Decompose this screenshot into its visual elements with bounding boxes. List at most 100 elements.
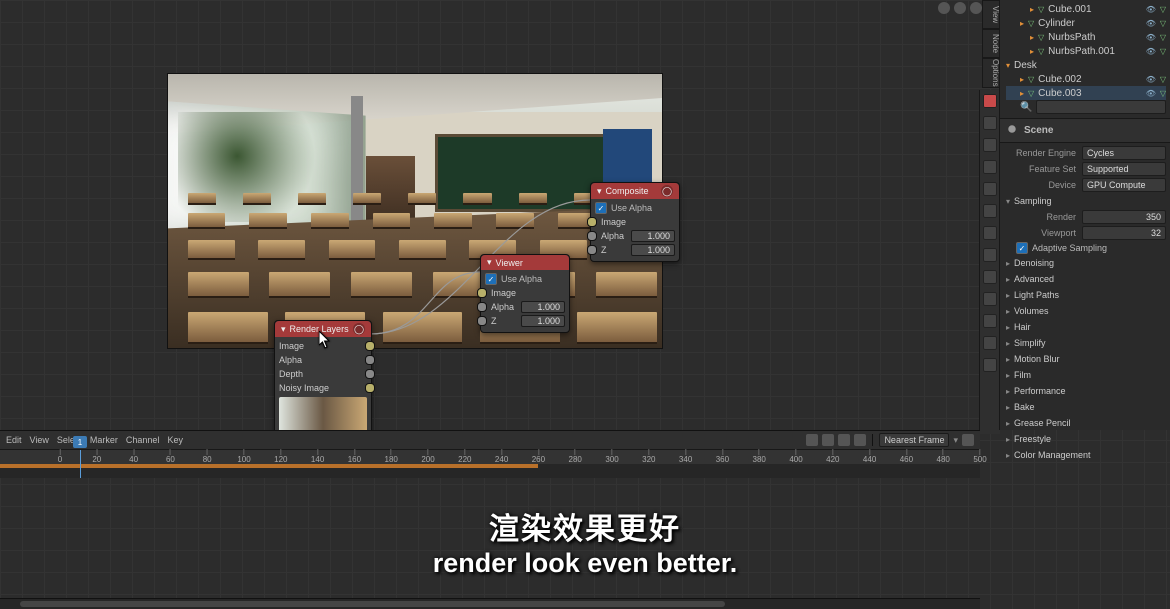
collapse-icon[interactable]: ▾ (487, 257, 492, 268)
outliner-row[interactable]: ▸▽ NurbsPath.001 👁▽ (1006, 44, 1166, 58)
timeline-icon[interactable] (854, 434, 866, 446)
outliner-search-input[interactable] (1036, 100, 1166, 114)
properties-tab-data-icon[interactable] (983, 314, 997, 328)
snap-mode-select[interactable]: Nearest Frame (879, 433, 949, 447)
section-motionblur[interactable]: Motion Blur (1004, 351, 1166, 367)
properties-tab-texture-icon[interactable] (983, 358, 997, 372)
render-engine-select[interactable]: Cycles (1082, 146, 1166, 160)
section-freestyle[interactable]: Freestyle (1004, 431, 1166, 447)
section-hair[interactable]: Hair (1004, 319, 1166, 335)
socket-image[interactable] (365, 341, 375, 351)
menu-marker[interactable]: Marker (90, 435, 118, 445)
horizontal-scrollbar[interactable] (0, 598, 980, 609)
outliner-row[interactable]: ▾ Desk (1006, 58, 1166, 72)
z-value[interactable]: 1.000 (631, 244, 675, 256)
timeline-ruler[interactable]: 1 02040608010012014016018020022024026028… (0, 450, 980, 464)
section-volumes[interactable]: Volumes (1004, 303, 1166, 319)
section-advanced[interactable]: Advanced (1004, 271, 1166, 287)
node-header[interactable]: ▾ Render Layers ◯ (275, 321, 371, 337)
section-greasepencil[interactable]: Grease Pencil (1004, 415, 1166, 431)
node-header[interactable]: ▾ Viewer (481, 255, 569, 270)
tab-view[interactable]: View (982, 0, 1000, 29)
outliner-row[interactable]: ▸▽ Cylinder 👁▽ (1006, 16, 1166, 30)
timeline-icon[interactable] (962, 434, 974, 446)
outliner-row[interactable]: ▸▽ Cube.003 👁▽ (1006, 86, 1166, 100)
properties-tab-scene-icon[interactable] (983, 160, 997, 174)
visibility-icon[interactable]: 👁 (1146, 33, 1156, 42)
node-preview-icon[interactable]: ◯ (353, 323, 365, 335)
socket-z-in[interactable] (477, 316, 487, 326)
section-colormgmt[interactable]: Color Management (1004, 447, 1166, 463)
properties-tab-render-icon[interactable] (983, 94, 997, 108)
socket-noisy[interactable] (365, 383, 375, 393)
node-composite[interactable]: ▾ Composite ◯ ✓Use Alpha Image Alpha1.00… (590, 182, 680, 262)
sampling-viewport-input[interactable]: 32 (1082, 226, 1166, 240)
properties-tab-material-icon[interactable] (983, 336, 997, 350)
properties-tab-object-icon[interactable] (983, 204, 997, 218)
chevron-down-icon[interactable]: ▾ (953, 435, 958, 446)
visibility-icon[interactable]: 👁 (1146, 19, 1156, 28)
render-visibility-icon[interactable]: ▽ (1160, 33, 1166, 42)
menu-view[interactable]: View (30, 435, 49, 445)
properties-tab-viewlayer-icon[interactable] (983, 138, 997, 152)
properties-tab-output-icon[interactable] (983, 116, 997, 130)
node-render-layers[interactable]: ▾ Render Layers ◯ Image Alpha Depth Nois… (274, 320, 372, 438)
overlay-icon[interactable] (938, 2, 950, 14)
outliner-row[interactable]: ▸▽ NurbsPath 👁▽ (1006, 30, 1166, 44)
checkbox-icon[interactable]: ✓ (595, 202, 607, 214)
section-sampling[interactable]: Sampling (1004, 193, 1166, 209)
timeline-icon[interactable] (806, 434, 818, 446)
node-viewer[interactable]: ▾ Viewer ✓Use Alpha Image Alpha1.000 Z1.… (480, 254, 570, 333)
outliner[interactable]: ▸▽ Cube.001 👁▽ ▸▽ Cylinder 👁▽ ▸▽ NurbsPa… (1000, 0, 1170, 119)
socket-depth[interactable] (365, 369, 375, 379)
render-visibility-icon[interactable]: ▽ (1160, 75, 1166, 84)
sampling-render-input[interactable]: 350 (1082, 210, 1166, 224)
properties-tab-physics-icon[interactable] (983, 270, 997, 284)
timeline-icon[interactable] (838, 434, 850, 446)
render-visibility-icon[interactable]: ▽ (1160, 19, 1166, 28)
socket-alpha-in[interactable] (477, 302, 487, 312)
timeline[interactable]: Edit View Select Marker Channel Key Near… (0, 430, 980, 477)
socket-image-in[interactable] (477, 288, 487, 298)
visibility-icon[interactable]: 👁 (1146, 47, 1156, 56)
visibility-icon[interactable]: 👁 (1146, 5, 1156, 14)
checkbox-icon[interactable]: ✓ (485, 273, 497, 285)
outliner-row[interactable]: ▸▽ Cube.002 👁▽ (1006, 72, 1166, 86)
node-header[interactable]: ▾ Composite ◯ (591, 183, 679, 199)
alpha-value[interactable]: 1.000 (521, 301, 565, 313)
section-bake[interactable]: Bake (1004, 399, 1166, 415)
section-denoising[interactable]: Denoising (1004, 255, 1166, 271)
visibility-icon[interactable]: 👁 (1146, 89, 1156, 98)
tab-node[interactable]: Node (982, 29, 1000, 58)
menu-key[interactable]: Key (167, 435, 183, 445)
outliner-row[interactable]: ▸▽ Cube.001 👁▽ (1006, 2, 1166, 16)
render-visibility-icon[interactable]: ▽ (1160, 5, 1166, 14)
socket-image-in[interactable] (587, 217, 597, 227)
collapse-icon[interactable]: ▾ (281, 324, 286, 335)
properties-tab-world-icon[interactable] (983, 182, 997, 196)
socket-alpha-in[interactable] (587, 231, 597, 241)
adaptive-sampling-row[interactable]: ✓ Adaptive Sampling (1004, 241, 1166, 255)
menu-channel[interactable]: Channel (126, 435, 160, 445)
render-visibility-icon[interactable]: ▽ (1160, 89, 1166, 98)
scrollbar-thumb[interactable] (20, 601, 726, 607)
feature-set-select[interactable]: Supported (1082, 162, 1166, 176)
collapse-icon[interactable]: ▾ (597, 186, 602, 197)
socket-z-in[interactable] (587, 245, 597, 255)
properties-tab-constraint-icon[interactable] (983, 292, 997, 306)
checkbox-icon[interactable]: ✓ (1016, 242, 1028, 254)
overlay-icon[interactable] (970, 2, 982, 14)
socket-alpha[interactable] (365, 355, 375, 365)
device-select[interactable]: GPU Compute (1082, 178, 1166, 192)
properties-tab-modifier-icon[interactable] (983, 226, 997, 240)
z-value[interactable]: 1.000 (521, 315, 565, 327)
menu-edit[interactable]: Edit (6, 435, 22, 445)
section-performance[interactable]: Performance (1004, 383, 1166, 399)
timeline-track[interactable] (0, 464, 980, 478)
section-lightpaths[interactable]: Light Paths (1004, 287, 1166, 303)
render-visibility-icon[interactable]: ▽ (1160, 47, 1166, 56)
node-preview-icon[interactable]: ◯ (661, 185, 673, 197)
overlay-icon[interactable] (954, 2, 966, 14)
visibility-icon[interactable]: 👁 (1146, 75, 1156, 84)
tab-options[interactable]: Options (982, 58, 1000, 88)
